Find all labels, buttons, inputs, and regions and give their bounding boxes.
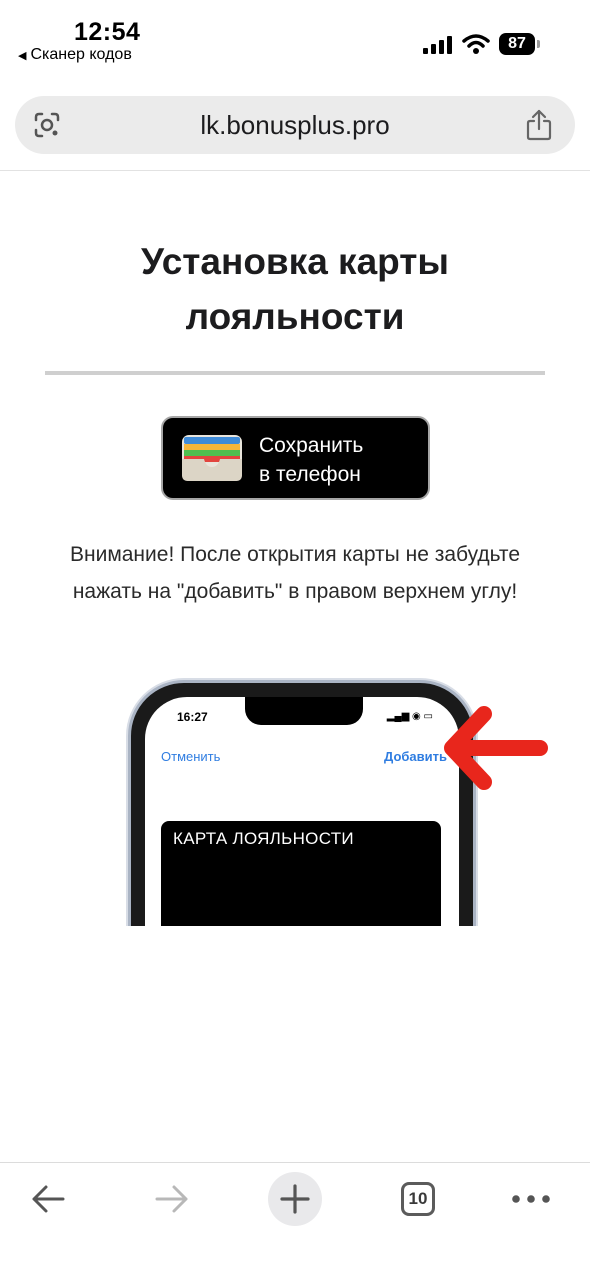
- instruction-image: 16:27 ▂▄▆ ◉ ▭ Отменить Добавить КАРТА ЛО…: [110, 676, 560, 926]
- battery-level: 87: [499, 33, 535, 55]
- wallet-icon: [182, 435, 242, 481]
- phone-add-label: Добавить: [384, 749, 447, 764]
- wallet-button-line2: в телефон: [259, 463, 361, 486]
- add-to-wallet-button[interactable]: Сохранить в телефон: [161, 416, 430, 500]
- status-bar: 12:54 ◀ Сканер кодов 87: [0, 0, 590, 80]
- card-title: КАРТА ЛОЯЛЬНОСТИ: [173, 829, 354, 848]
- tab-switcher-button[interactable]: 10: [391, 1172, 445, 1226]
- title-divider: [45, 371, 545, 375]
- tab-count: 10: [401, 1182, 435, 1216]
- wallet-button-line1: Сохранить: [259, 434, 364, 457]
- more-dots-icon: [512, 1195, 550, 1203]
- battery-nub: [537, 40, 540, 48]
- plus-icon: [280, 1184, 310, 1214]
- address-bar[interactable]: lk.bonusplus.pro: [15, 96, 575, 154]
- phone-screen: 16:27 ▂▄▆ ◉ ▭ Отменить Добавить КАРТА ЛО…: [145, 697, 459, 926]
- new-tab-button[interactable]: [268, 1172, 322, 1226]
- phone-notch: [245, 697, 363, 725]
- notice-text: Внимание! После открытия карты не забудь…: [69, 543, 520, 603]
- phone-cancel-label: Отменить: [161, 749, 221, 764]
- phone-frame: 16:27 ▂▄▆ ◉ ▭ Отменить Добавить КАРТА ЛО…: [128, 680, 476, 926]
- arrow-left-icon: [32, 1185, 65, 1213]
- phone-time: 16:27: [177, 710, 208, 724]
- address-bar-divider: [0, 170, 590, 171]
- clock-time: 12:54: [74, 18, 141, 46]
- more-menu-button[interactable]: [504, 1172, 558, 1226]
- forward-button[interactable]: [145, 1172, 199, 1226]
- loyalty-card-preview: КАРТА ЛОЯЛЬНОСТИ: [161, 821, 441, 926]
- page-title: Установка карты лояльности: [141, 241, 449, 337]
- toolbar-divider: [0, 1162, 590, 1163]
- phone-status-icons: ▂▄▆ ◉ ▭: [386, 711, 433, 722]
- back-triangle-icon: ◀: [18, 49, 27, 62]
- back-button[interactable]: [21, 1172, 75, 1226]
- cellular-signal-icon: [423, 36, 452, 54]
- url-text[interactable]: lk.bonusplus.pro: [75, 96, 515, 154]
- battery-indicator: 87: [499, 33, 541, 55]
- arrow-right-icon: [155, 1185, 188, 1213]
- red-arrow-icon: [444, 706, 548, 790]
- share-icon[interactable]: [525, 109, 553, 141]
- back-to-app-link[interactable]: ◀ Сканер кодов: [18, 46, 132, 64]
- wifi-icon: [462, 34, 490, 54]
- back-app-label: Сканер кодов: [30, 46, 132, 63]
- google-lens-icon[interactable]: [33, 111, 61, 139]
- wallet-button-label: Сохранить в телефон: [259, 431, 363, 489]
